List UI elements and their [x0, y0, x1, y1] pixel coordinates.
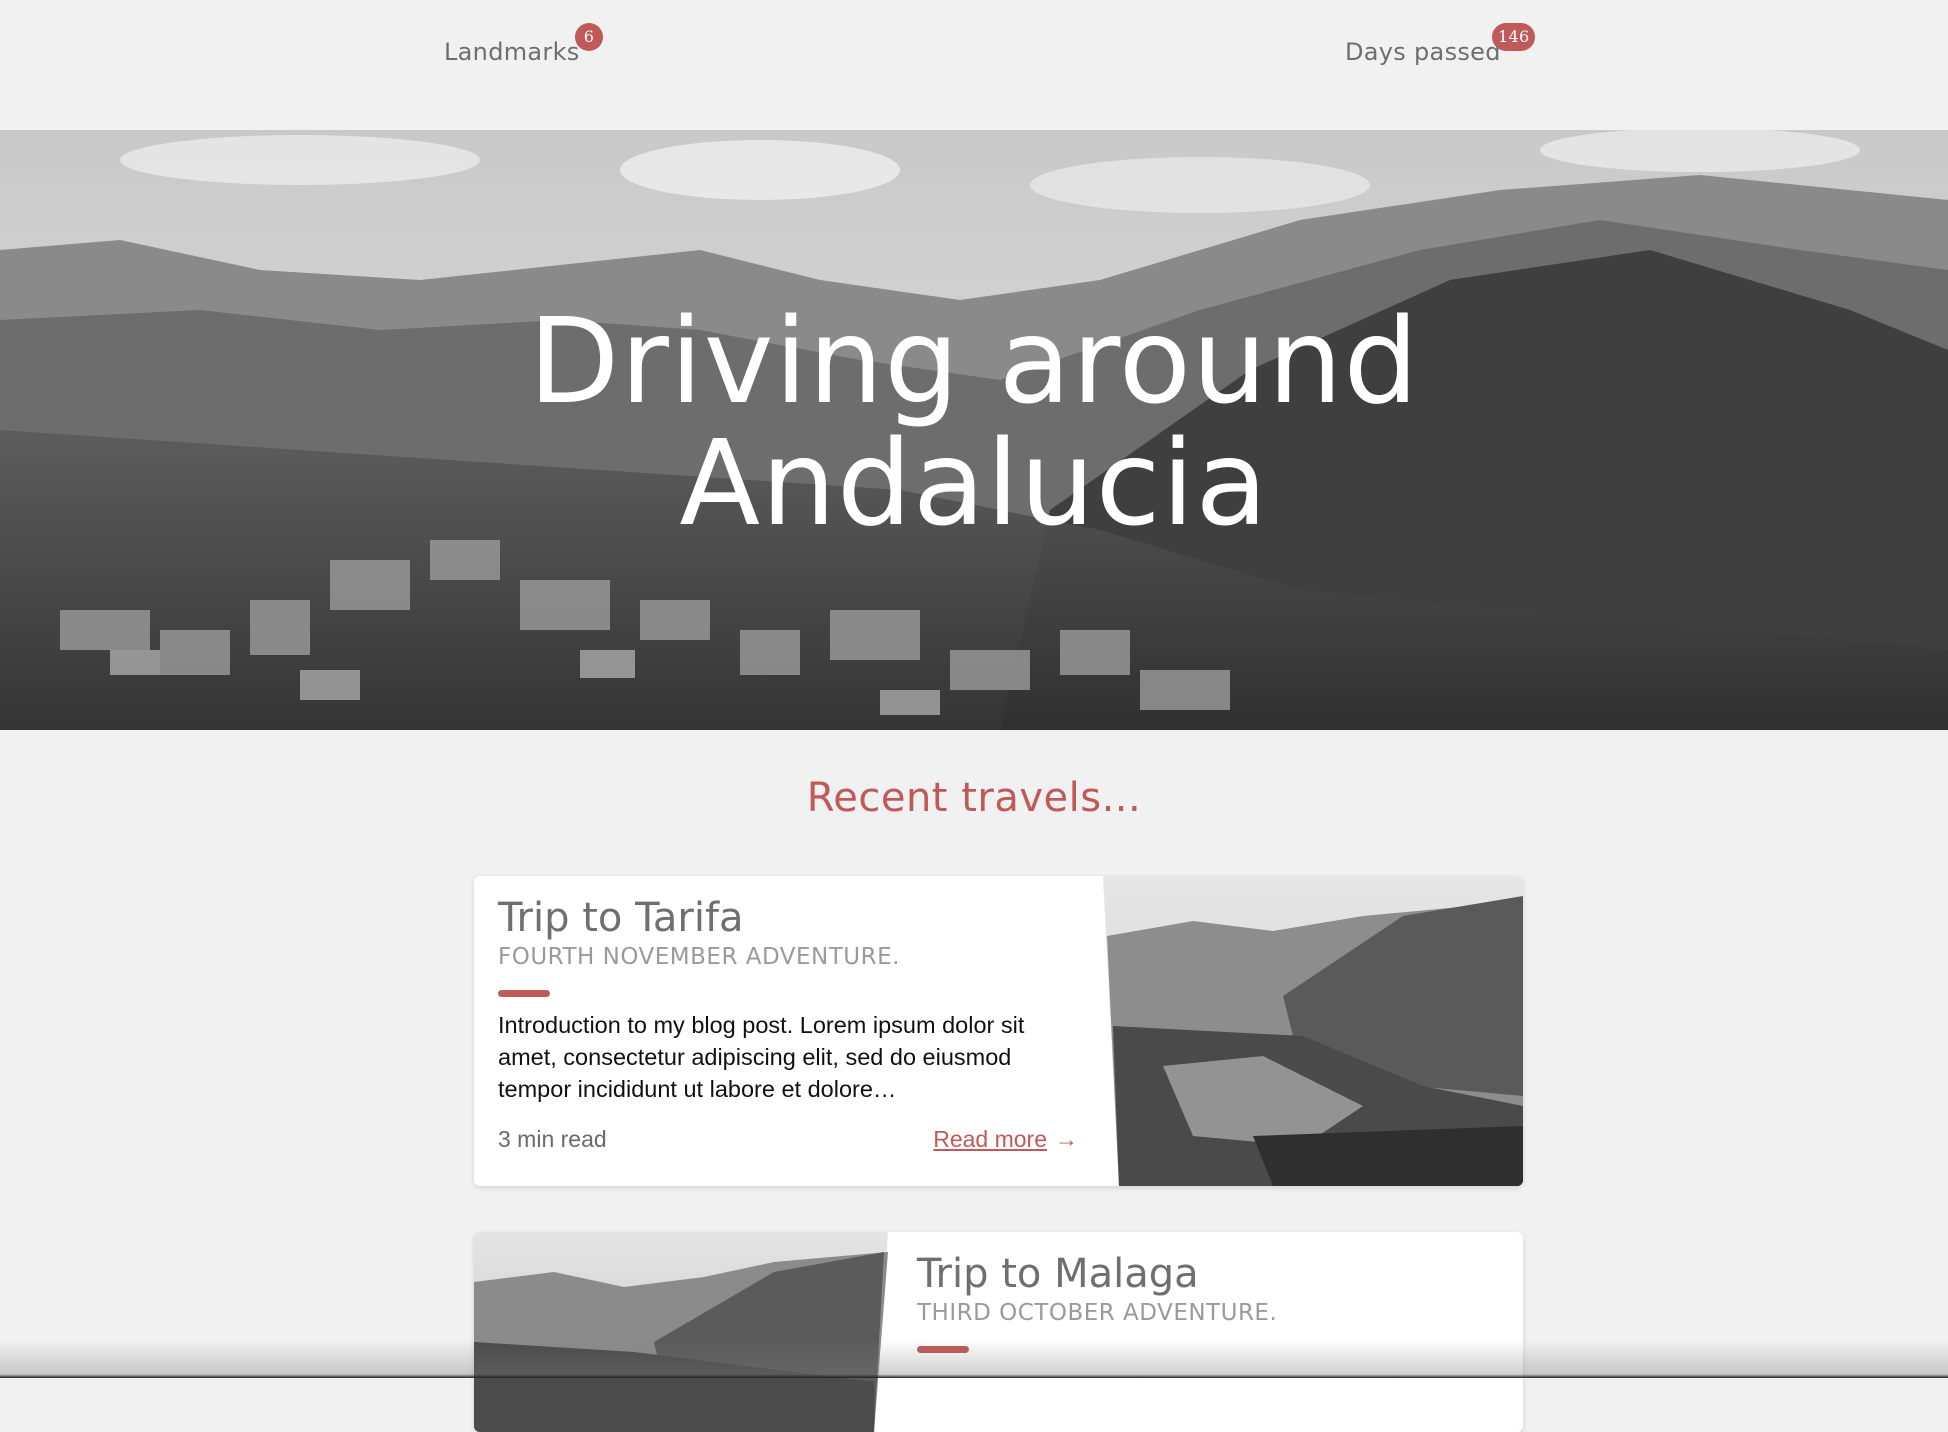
read-time: 3 min read: [498, 1126, 607, 1152]
card-title[interactable]: Trip to Malaga: [917, 1250, 1497, 1298]
days-passed-label: Days passed: [1345, 38, 1501, 66]
read-more-label: Read more: [933, 1126, 1047, 1152]
landmarks-label: Landmarks: [444, 38, 580, 66]
card-subtitle: THIRD OCTOBER ADVENTURE.: [917, 1300, 1278, 1326]
bottom-edge-shadow: [0, 1340, 1948, 1378]
card-subtitle: FOURTH NOVEMBER ADVENTURE.: [498, 944, 900, 970]
travel-card[interactable]: Trip to Tarifa FOURTH NOVEMBER ADVENTURE…: [474, 876, 1523, 1186]
stats-bar: Landmarks 6 Days passed 146: [0, 0, 1948, 130]
card-body: Trip to Tarifa FOURTH NOVEMBER ADVENTURE…: [498, 894, 1098, 1105]
card-excerpt: Introduction to my blog post. Lorem ipsu…: [498, 1012, 1025, 1102]
landmarks-count-badge: 6: [575, 23, 603, 51]
card-title[interactable]: Trip to Tarifa: [498, 894, 1098, 942]
card-photo: [474, 1232, 888, 1432]
landmarks-stat: Landmarks 6: [444, 23, 603, 66]
hero-title: Driving around Andalucia: [0, 300, 1948, 544]
hero-banner: Driving around Andalucia: [0, 130, 1948, 730]
days-passed-count-badge: 146: [1492, 23, 1536, 51]
card-photo: [1103, 876, 1523, 1186]
card-body: Trip to Malaga THIRD OCTOBER ADVENTURE.: [917, 1250, 1497, 1353]
accent-divider: [498, 990, 550, 997]
arrow-right-icon: →: [1055, 1126, 1078, 1152]
hero-title-line-1: Driving around: [528, 292, 1420, 430]
recent-travels-heading: Recent travels...: [806, 775, 1142, 821]
hero-title-line-2: Andalucia: [679, 414, 1269, 552]
days-passed-stat: Days passed 146: [1345, 23, 1536, 66]
read-more-link[interactable]: Read more →: [933, 1126, 1078, 1153]
travel-card[interactable]: Trip to Malaga THIRD OCTOBER ADVENTURE.: [474, 1232, 1523, 1432]
